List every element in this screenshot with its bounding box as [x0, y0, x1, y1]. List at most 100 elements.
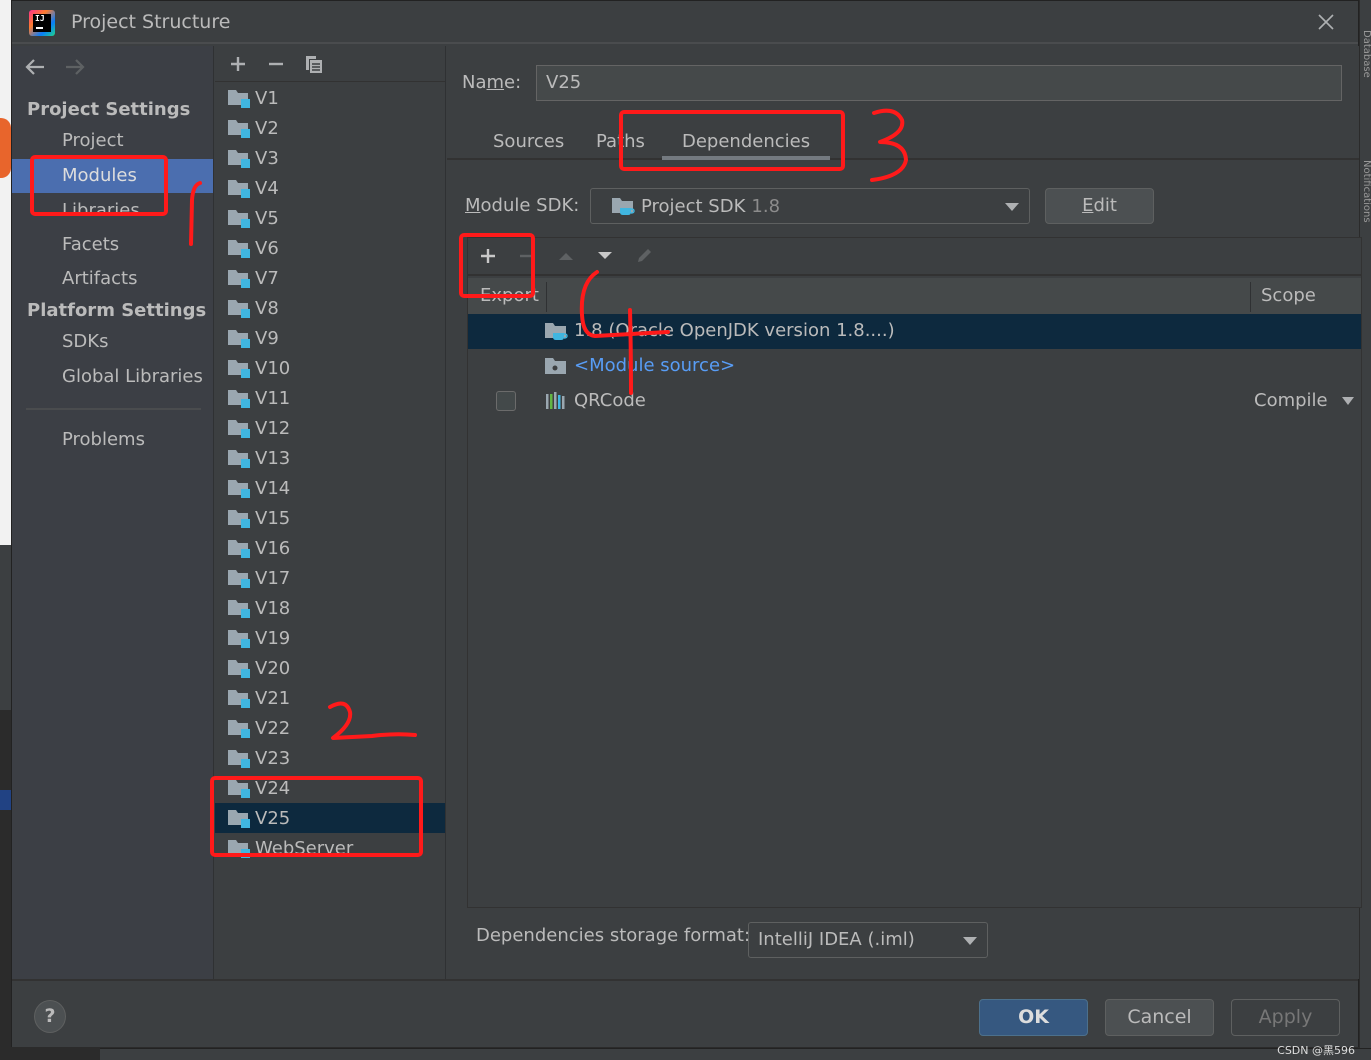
module-item-v18[interactable]: V18: [215, 593, 445, 623]
module-folder-icon: [228, 360, 250, 378]
module-item-v17[interactable]: V17: [215, 563, 445, 593]
column-scope[interactable]: Scope: [1261, 285, 1316, 306]
apply-button[interactable]: Apply: [1231, 999, 1340, 1036]
module-name: V22: [255, 717, 291, 739]
dependency-row-module-source[interactable]: <Module source>: [468, 349, 1361, 384]
module-name: V1: [255, 87, 279, 109]
jdk-folder-icon: [612, 198, 635, 215]
module-item-v16[interactable]: V16: [215, 533, 445, 563]
plus-icon: [481, 249, 495, 263]
module-item-v8[interactable]: V8: [215, 293, 445, 323]
watermark: CSDN @黑596: [1277, 1044, 1355, 1057]
nav-item-facets[interactable]: Facets: [12, 228, 213, 262]
help-button[interactable]: ?: [34, 1000, 66, 1033]
cancel-button[interactable]: Cancel: [1105, 999, 1214, 1036]
module-item-v24[interactable]: V24: [215, 773, 445, 803]
module-name: V5: [255, 207, 279, 229]
module-item-v15[interactable]: V15: [215, 503, 445, 533]
sdk-version: 1.8: [751, 195, 781, 217]
module-item-v3[interactable]: V3: [215, 143, 445, 173]
module-item-v5[interactable]: V5: [215, 203, 445, 233]
module-name: V3: [255, 147, 279, 169]
module-source-folder-icon: [545, 358, 566, 374]
close-button[interactable]: [1316, 12, 1336, 32]
module-folder-icon: [228, 480, 250, 498]
dependency-row-qrcode[interactable]: QRCode Compile: [468, 384, 1361, 419]
module-item-v12[interactable]: V12: [215, 413, 445, 443]
module-sdk-select[interactable]: Project SDK 1.8: [590, 188, 1030, 224]
background-ide-left-edge: [0, 0, 11, 1060]
module-name: V10: [255, 357, 291, 379]
nav-item-artifacts[interactable]: Artifacts: [12, 262, 213, 296]
module-item-v2[interactable]: V2: [215, 113, 445, 143]
storage-format-value: IntelliJ IDEA (.iml): [758, 929, 915, 950]
nav-item-libraries[interactable]: Libraries: [12, 194, 213, 216]
module-folder-icon: [228, 600, 250, 618]
export-checkbox[interactable]: [496, 391, 516, 411]
module-item-v20[interactable]: V20: [215, 653, 445, 683]
remove-dependency-button[interactable]: [515, 244, 539, 268]
module-item-v10[interactable]: V10: [215, 353, 445, 383]
tool-window-database[interactable]: Database: [1360, 30, 1371, 120]
nav-item-global-libraries[interactable]: Global Libraries: [12, 360, 213, 394]
module-item-v14[interactable]: V14: [215, 473, 445, 503]
copy-module-button[interactable]: [302, 52, 326, 76]
module-name: V6: [255, 237, 279, 259]
add-dependency-button[interactable]: [476, 244, 500, 268]
module-item-v13[interactable]: V13: [215, 443, 445, 473]
chevron-down-icon: [1341, 396, 1354, 405]
module-item-v1[interactable]: V1: [215, 83, 445, 113]
dependency-row-jdk[interactable]: 1.8 (Oracle OpenJDK version 1.8....): [468, 314, 1361, 349]
project-structure-dialog: IJ Project Structure Project Settings Pr…: [11, 0, 1362, 1047]
module-folder-icon: [228, 840, 250, 858]
module-item-v11[interactable]: V11: [215, 383, 445, 413]
dependency-name: QRCode: [574, 390, 646, 411]
nav-item-project[interactable]: Project: [12, 124, 213, 158]
tab-sources[interactable]: Sources: [493, 131, 564, 160]
tab-paths[interactable]: Paths: [596, 131, 645, 160]
module-folder-icon: [228, 540, 250, 558]
module-folder-icon: [228, 510, 250, 528]
tab-dependencies[interactable]: Dependencies: [661, 131, 831, 160]
module-item-webserver[interactable]: WebServer: [215, 833, 445, 863]
edit-sdk-button[interactable]: Edit: [1045, 188, 1154, 224]
move-down-button[interactable]: [593, 244, 617, 268]
module-item-v4[interactable]: V4: [215, 173, 445, 203]
add-module-button[interactable]: [226, 52, 250, 76]
module-item-v21[interactable]: V21: [215, 683, 445, 713]
close-icon: [1318, 14, 1334, 30]
storage-format-label: Dependencies storage format:: [476, 925, 751, 946]
module-name: V7: [255, 267, 279, 289]
nav-item-modules[interactable]: Modules: [12, 159, 213, 193]
move-up-button[interactable]: [554, 244, 578, 268]
nav-section-platform-settings: Platform Settings: [27, 300, 207, 321]
module-item-v6[interactable]: V6: [215, 233, 445, 263]
nav-item-sdks[interactable]: SDKs: [12, 325, 213, 359]
module-item-v23[interactable]: V23: [215, 743, 445, 773]
module-item-v9[interactable]: V9: [215, 323, 445, 353]
triangle-down-icon: [598, 252, 612, 259]
module-name-input[interactable]: V25: [536, 65, 1342, 101]
module-item-v25[interactable]: V25: [215, 803, 445, 833]
module-folder-icon: [228, 720, 250, 738]
nav-item-problems[interactable]: Problems: [12, 423, 213, 457]
module-item-v22[interactable]: V22: [215, 713, 445, 743]
remove-module-button[interactable]: [264, 52, 288, 76]
module-folder-icon: [228, 330, 250, 348]
module-folder-icon: [228, 750, 250, 768]
forward-button[interactable]: [64, 56, 86, 78]
module-item-v7[interactable]: V7: [215, 263, 445, 293]
module-name: V24: [255, 777, 291, 799]
edit-dependency-button[interactable]: [632, 244, 656, 268]
module-name: WebServer: [255, 837, 354, 859]
module-item-v19[interactable]: V19: [215, 623, 445, 653]
module-folder-icon: [228, 120, 250, 138]
module-sdk-label: Module SDK:: [465, 195, 580, 216]
scope-select[interactable]: Compile: [1254, 390, 1354, 411]
ok-button[interactable]: OK: [979, 999, 1088, 1036]
column-export[interactable]: Export: [480, 285, 539, 306]
back-button[interactable]: [24, 56, 46, 78]
dependencies-header: Export Scope: [468, 278, 1361, 314]
nav-section-project-settings: Project Settings: [27, 99, 191, 120]
storage-format-select[interactable]: IntelliJ IDEA (.iml): [748, 922, 988, 958]
